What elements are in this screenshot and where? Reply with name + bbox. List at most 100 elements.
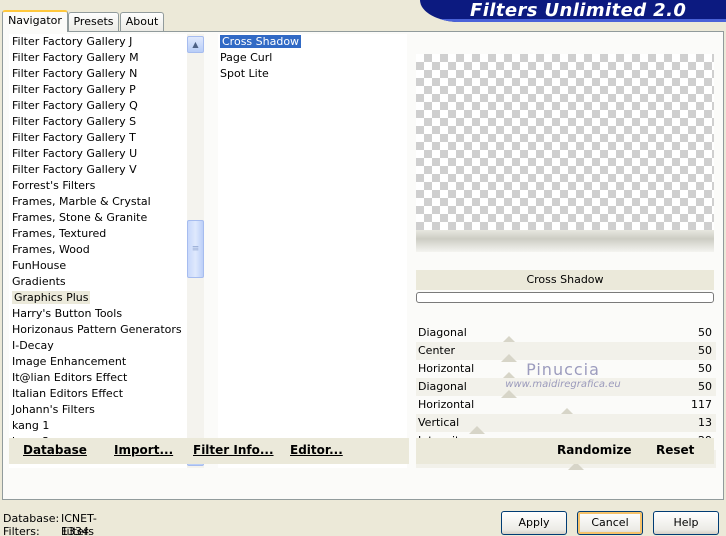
filter-item[interactable]: Cross Shadow xyxy=(218,34,407,50)
slider-value: 13 xyxy=(698,416,712,429)
app-title: Filters Unlimited 2.0 xyxy=(470,0,687,21)
filter-info-button[interactable]: Filter Info... xyxy=(193,443,274,457)
category-item-label: Filter Factory Gallery U xyxy=(12,147,138,160)
filter-item-label: Page Curl xyxy=(220,51,273,64)
category-item-label: Filter Factory Gallery T xyxy=(12,131,136,144)
editor-button[interactable]: Editor... xyxy=(290,443,343,457)
slider-label: Diagonal xyxy=(418,326,467,339)
apply-button[interactable]: Apply xyxy=(501,511,567,535)
category-item[interactable]: Filter Factory Gallery V xyxy=(9,162,187,178)
category-item[interactable]: Frames, Textured xyxy=(9,226,187,242)
slider-value: 50 xyxy=(698,326,712,339)
category-item-label: Johann's Filters xyxy=(12,403,95,416)
category-item[interactable]: Harry's Button Tools xyxy=(9,306,187,322)
slider-row: Horizontal 50 xyxy=(416,360,716,380)
category-item[interactable]: kang 1 xyxy=(9,418,187,434)
category-item-label: Filter Factory Gallery V xyxy=(12,163,137,176)
category-item-label: Filter Factory Gallery S xyxy=(12,115,137,128)
category-item[interactable]: Filter Factory Gallery P xyxy=(9,82,187,98)
category-item[interactable]: Italian Editors Effect xyxy=(9,386,187,402)
database-label: Database: xyxy=(3,512,60,525)
category-item[interactable]: Frames, Stone & Granite xyxy=(9,210,187,226)
category-item[interactable]: Forrest's Filters xyxy=(9,178,187,194)
category-item[interactable]: Filter Factory Gallery U xyxy=(9,146,187,162)
scroll-up-button[interactable]: ▲ xyxy=(187,36,204,53)
filters-count-value: 1334 xyxy=(61,525,89,536)
slider-label: Vertical xyxy=(418,416,460,429)
slider-label: Center xyxy=(418,344,456,357)
category-item[interactable]: Horizonaus Pattern Generators xyxy=(9,322,187,338)
category-item-label: Frames, Marble & Crystal xyxy=(12,195,151,208)
category-list[interactable]: Filter Factory Gallery J Filter Factory G… xyxy=(9,34,187,468)
slider-track[interactable] xyxy=(466,332,686,344)
preview-image xyxy=(416,54,714,252)
filter-item[interactable]: Page Curl xyxy=(218,50,407,66)
slider-row: Diagonal 50 xyxy=(416,378,716,398)
category-item[interactable]: Filter Factory Gallery S xyxy=(9,114,187,130)
randomize-button[interactable]: Randomize xyxy=(557,443,631,457)
category-item-label: Forrest's Filters xyxy=(12,179,96,192)
slider-track[interactable] xyxy=(466,368,686,380)
category-item-label: Horizonaus Pattern Generators xyxy=(12,323,182,336)
category-item-label: Image Enhancement xyxy=(12,355,127,368)
tab-about[interactable]: About xyxy=(120,12,164,31)
category-item[interactable]: FunHouse xyxy=(9,258,187,274)
category-item[interactable]: Gradients xyxy=(9,274,187,290)
slider-track[interactable] xyxy=(466,386,686,398)
filter-item-label: Spot Lite xyxy=(220,67,269,80)
slider-track[interactable] xyxy=(466,350,686,362)
category-item[interactable]: Frames, Marble & Crystal xyxy=(9,194,187,210)
category-item[interactable]: Filter Factory Gallery N xyxy=(9,66,187,82)
filter-item[interactable]: Spot Lite xyxy=(218,66,407,82)
category-item[interactable]: Filter Factory Gallery T xyxy=(9,130,187,146)
category-item-label: I-Decay xyxy=(12,339,54,352)
slider-track[interactable] xyxy=(466,422,686,434)
filters-count-label: Filters: xyxy=(3,525,40,536)
grip-icon: ≡ xyxy=(191,244,200,254)
preview-filter-name: Cross Shadow xyxy=(416,270,714,290)
category-item-label: Filter Factory Gallery M xyxy=(12,51,139,64)
category-item[interactable]: Graphics Plus xyxy=(9,290,187,306)
category-item-label: Graphics Plus xyxy=(12,291,91,304)
slider-value: 50 xyxy=(698,362,712,375)
category-item[interactable]: Johann's Filters xyxy=(9,402,187,418)
slider-row: Horizontal 117 xyxy=(416,396,716,416)
category-item-label: Harry's Button Tools xyxy=(12,307,123,320)
scroll-thumb[interactable]: ≡ xyxy=(187,220,204,278)
category-item[interactable]: Filter Factory Gallery J xyxy=(9,34,187,50)
chevron-up-icon: ▲ xyxy=(192,40,199,49)
category-item-label: Filter Factory Gallery J xyxy=(12,35,133,48)
right-toolbar: Randomize Reset xyxy=(416,438,714,464)
category-item[interactable]: Filter Factory Gallery M xyxy=(9,50,187,66)
category-item-label: Filter Factory Gallery P xyxy=(12,83,136,96)
slider-label: Horizontal xyxy=(418,398,475,411)
filter-item-label: Cross Shadow xyxy=(220,35,302,48)
reset-button[interactable]: Reset xyxy=(656,443,694,457)
category-item[interactable]: It@lian Editors Effect xyxy=(9,370,187,386)
database-button[interactable]: Database xyxy=(23,443,87,457)
slider-value: 117 xyxy=(691,398,712,411)
category-item-label: Gradients xyxy=(12,275,66,288)
category-item[interactable]: Frames, Wood xyxy=(9,242,187,258)
slider-value: 50 xyxy=(698,344,712,357)
cancel-button[interactable]: Cancel xyxy=(577,511,643,535)
category-item[interactable]: Filter Factory Gallery Q xyxy=(9,98,187,114)
filter-list[interactable]: Cross Shadow Page Curl Spot Lite xyxy=(218,34,407,468)
tab-presets[interactable]: Presets xyxy=(68,12,119,31)
import-button[interactable]: Import... xyxy=(114,443,173,457)
category-item[interactable]: I-Decay xyxy=(9,338,187,354)
slider-label: Horizontal xyxy=(418,362,475,375)
category-item-label: Italian Editors Effect xyxy=(12,387,124,400)
help-button[interactable]: Help xyxy=(653,511,719,535)
left-toolbar: Database Import... Filter Info... Editor… xyxy=(9,438,409,464)
title-banner: Filters Unlimited 2.0 xyxy=(420,0,726,22)
slider-row: Vertical 13 xyxy=(416,414,716,434)
slider-track[interactable] xyxy=(466,404,686,416)
category-item-label: Frames, Wood xyxy=(12,243,90,256)
category-item[interactable]: Image Enhancement xyxy=(9,354,187,370)
tab-navigator[interactable]: Navigator xyxy=(2,10,68,32)
category-scrollbar[interactable]: ▲ ≡ ▼ xyxy=(187,34,204,468)
category-item-label: It@lian Editors Effect xyxy=(12,371,128,384)
category-item-label: kang 1 xyxy=(12,419,50,432)
progress-bar xyxy=(416,292,714,303)
